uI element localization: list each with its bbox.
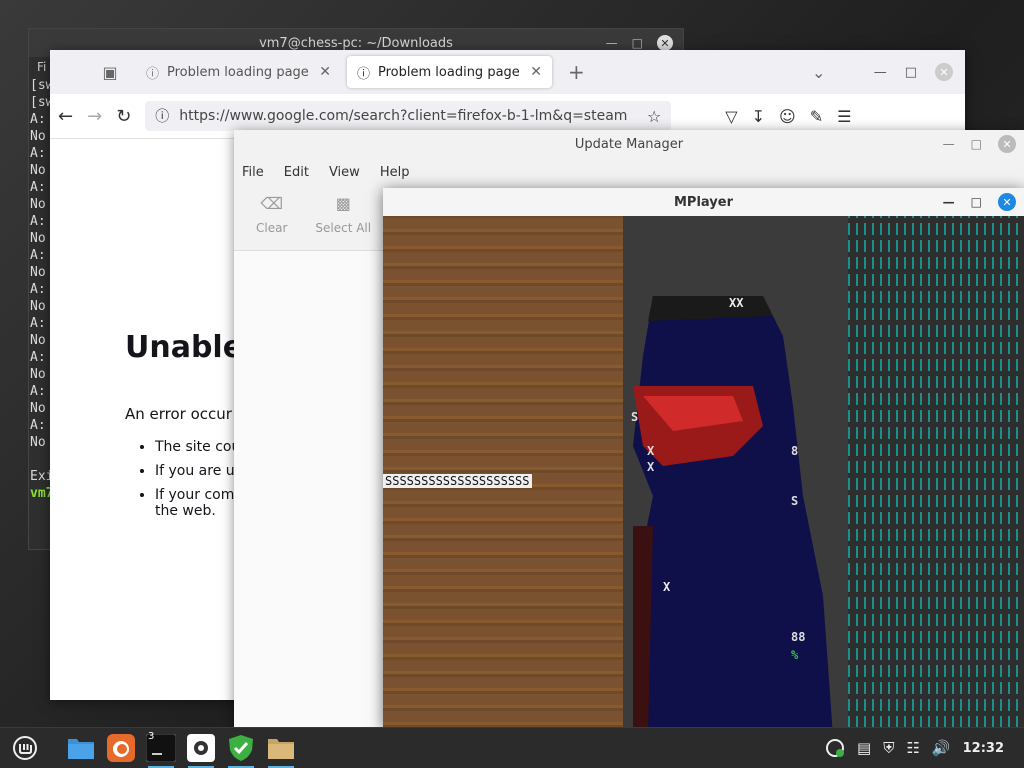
select-all-label: Select All: [315, 221, 372, 235]
mint-logo-icon: [13, 736, 37, 760]
clear-icon: ⌫: [260, 194, 283, 213]
list-item-text: If your comp: [155, 487, 244, 503]
volume-icon[interactable]: 🔊: [932, 739, 951, 757]
firefox-launcher[interactable]: [104, 731, 138, 765]
error-intro: An error occur: [125, 405, 232, 423]
tab-label: Problem loading page: [167, 64, 309, 80]
ascii-figure: [633, 296, 833, 728]
update-manager-launcher[interactable]: [224, 731, 258, 768]
ascii-char: 8: [791, 444, 799, 458]
tab-bar: ▣ ⓘ Problem loading page ✕ ⓘ Problem loa…: [50, 50, 965, 94]
ascii-background-left: [383, 216, 623, 728]
menu-file[interactable]: File: [242, 165, 264, 180]
window-title: Update Manager: [574, 136, 684, 152]
error-suggestions: The site cou If you are ur If your comp …: [125, 439, 243, 519]
shield-icon: [229, 735, 253, 761]
window-title: MPlayer: [674, 194, 733, 210]
minimize-icon[interactable]: —: [943, 195, 955, 209]
tab-problem-loading-2[interactable]: ⓘ Problem loading page ✕: [347, 56, 552, 88]
files-launcher[interactable]: [64, 731, 98, 765]
ascii-char: S: [791, 494, 799, 508]
downloads-icon[interactable]: ↧: [752, 107, 765, 126]
ascii-cyan-rows: [848, 216, 1024, 728]
mplayer-window[interactable]: MPlayer — □ ✕ XX S X X 8 S X 88 % SSSSSS…: [383, 188, 1024, 728]
firefox-icon: [107, 734, 135, 762]
list-item: If you are ur: [155, 463, 243, 479]
terminal-launcher[interactable]: 3: [144, 731, 178, 768]
ascii-char: X: [663, 580, 671, 594]
pocket-icon[interactable]: ▽: [725, 107, 737, 126]
error-heading: Unable: [125, 330, 244, 365]
close-icon[interactable]: ✕: [935, 63, 953, 81]
menu-view[interactable]: View: [329, 165, 360, 180]
ascii-char: %: [791, 648, 799, 662]
mplayer-launcher[interactable]: [264, 731, 298, 768]
select-all-icon: ▩: [335, 194, 351, 213]
list-item: If your comp the web.: [155, 487, 243, 519]
url-text: https://www.google.com/search?client=fir…: [179, 108, 628, 124]
maximize-icon[interactable]: □: [971, 195, 982, 209]
tab-label: Problem loading page: [378, 64, 520, 80]
clock[interactable]: 12:32: [963, 741, 1004, 756]
url-bar[interactable]: ⓘ https://www.google.com/search?client=f…: [145, 101, 672, 131]
extensions-icon[interactable]: ✎: [810, 107, 823, 126]
info-icon: ⓘ: [357, 66, 371, 82]
mplayer-titlebar[interactable]: MPlayer — □ ✕: [383, 188, 1024, 216]
maximize-icon[interactable]: □: [632, 36, 643, 50]
clipboard-icon[interactable]: ▤: [857, 739, 871, 757]
back-icon[interactable]: ←: [58, 106, 73, 127]
account-icon[interactable]: ☺: [779, 107, 796, 126]
new-tab-icon[interactable]: +: [568, 60, 585, 84]
close-tab-icon[interactable]: ✕: [319, 64, 331, 80]
menu-icon[interactable]: ☰: [837, 107, 851, 126]
close-tab-icon[interactable]: ✕: [530, 64, 542, 80]
minimize-icon[interactable]: —: [943, 137, 955, 151]
menu-button[interactable]: [8, 731, 42, 765]
settings-launcher[interactable]: [184, 731, 218, 768]
maximize-icon[interactable]: □: [971, 137, 982, 151]
video-area[interactable]: XX S X X 8 S X 88 % SSSSSSSSSSSSSSSSSSSS: [383, 216, 1024, 728]
terminal-title: vm7@chess-pc: ~/Downloads: [259, 35, 453, 51]
clear-label: Clear: [256, 221, 288, 235]
menu-help[interactable]: Help: [380, 165, 410, 180]
ascii-char: X: [647, 460, 655, 474]
bookmark-star-icon[interactable]: ☆: [647, 107, 661, 126]
site-info-icon[interactable]: ⓘ: [155, 106, 169, 126]
error-page: Unable An error occur The site cou If yo…: [125, 330, 243, 527]
tab-problem-loading-1[interactable]: ⓘ Problem loading page ✕: [136, 56, 341, 88]
select-all-button[interactable]: ▩ Select All: [315, 194, 371, 235]
network-icon[interactable]: ☷: [906, 739, 919, 757]
clear-button[interactable]: ⌫ Clear: [256, 194, 287, 235]
ascii-char: 88: [791, 630, 806, 644]
minimize-icon[interactable]: —: [606, 36, 618, 50]
list-all-tabs-icon[interactable]: ⌄: [812, 63, 825, 82]
taskbar: 3 ▤ ⛨ ☷ 🔊 12:32: [0, 727, 1024, 768]
close-icon[interactable]: ✕: [657, 35, 673, 51]
ascii-text-line: SSSSSSSSSSSSSSSSSSSS: [383, 474, 532, 488]
shield-tray-icon[interactable]: ⛨: [883, 739, 894, 757]
window-count-badge: 3: [148, 731, 155, 742]
reload-icon[interactable]: ↻: [116, 106, 131, 127]
menu-edit[interactable]: Edit: [284, 165, 309, 180]
minimize-icon[interactable]: —: [874, 65, 887, 80]
list-item: The site cou: [155, 439, 243, 455]
update-manager-titlebar[interactable]: Update Manager — □ ✕: [234, 130, 1024, 158]
system-tray: ▤ ⛨ ☷ 🔊 12:32: [825, 738, 1024, 758]
update-status-icon[interactable]: [825, 738, 845, 758]
info-icon: ⓘ: [146, 66, 160, 82]
ascii-char: X: [647, 444, 655, 458]
ascii-char: S: [631, 410, 639, 424]
forward-icon[interactable]: →: [87, 106, 102, 127]
folder-icon: [68, 739, 94, 759]
list-item-tail: the web.: [155, 503, 216, 519]
maximize-icon[interactable]: □: [905, 65, 917, 80]
menu-bar: File Edit View Help: [234, 158, 1024, 186]
gear-icon: [187, 734, 215, 762]
folder-video-icon: [268, 739, 294, 759]
firefox-view-icon[interactable]: ▣: [90, 63, 130, 82]
close-icon[interactable]: ✕: [998, 135, 1016, 153]
close-icon[interactable]: ✕: [998, 193, 1016, 211]
ascii-char: XX: [729, 296, 744, 310]
